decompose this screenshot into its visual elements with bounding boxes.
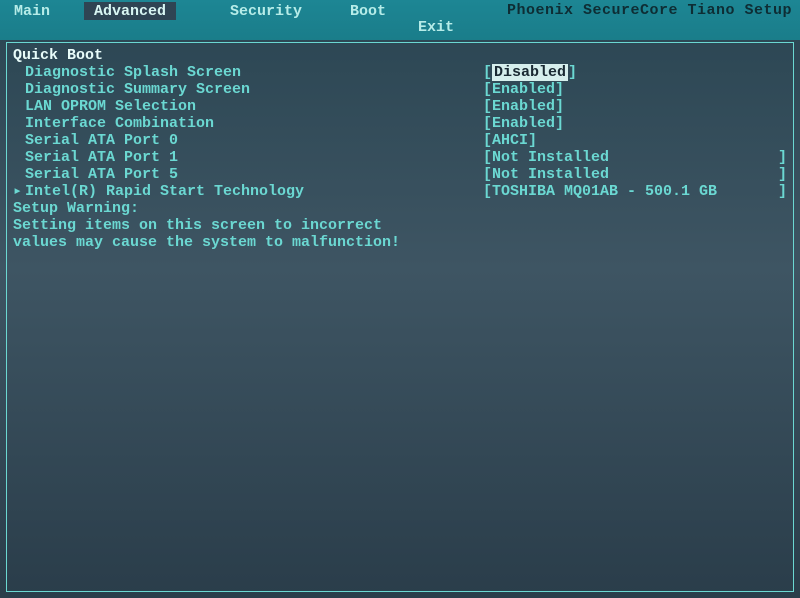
setting-row[interactable]: Serial ATA Port 1 [Not Installed] [13,149,787,166]
menu-bar: Main Advanced Security Boot Exit Phoenix… [0,0,800,40]
setting-value: Not Installed [492,149,609,166]
tab-boot[interactable]: Boot [340,2,396,20]
setting-value[interactable]: Enabled [492,81,555,98]
setting-label: Serial ATA Port 5 [25,166,178,183]
setting-value[interactable]: AHCI [492,132,528,149]
tab-security[interactable]: Security [220,2,312,20]
tab-main[interactable]: Main [4,2,60,20]
setting-value[interactable]: Enabled [492,115,555,132]
submenu-pointer-icon: ▸ [13,183,23,200]
setting-value[interactable]: Enabled [492,98,555,115]
bios-screen: Main Advanced Security Boot Exit Phoenix… [0,0,800,598]
tab-exit[interactable]: Exit [408,18,464,36]
setting-value: Not Installed [492,166,609,183]
setting-label: Diagnostic Splash Screen [25,64,241,81]
setting-label: Intel(R) Rapid Start Technology [25,183,304,200]
section-header: Quick Boot [13,47,103,64]
setting-label: Interface Combination [25,115,214,132]
setting-row[interactable]: Diagnostic Splash Screen [Disabled] [13,64,787,81]
setting-value[interactable]: Disabled [492,64,568,81]
settings-panel: Quick Boot Diagnostic Splash Screen [Dis… [6,42,794,592]
setting-label: Serial ATA Port 0 [25,132,178,149]
setting-row[interactable]: Diagnostic Summary Screen [Enabled] [13,81,787,98]
warning-text: Setting items on this screen to incorrec… [13,217,443,251]
setting-row[interactable]: Serial ATA Port 5 [Not Installed] [13,166,787,183]
setting-label: LAN OPROM Selection [25,98,196,115]
bios-title: Phoenix SecureCore Tiano Setup [507,2,792,19]
setting-value: TOSHIBA MQ01AB - 500.1 GB [492,183,717,200]
setting-label: Diagnostic Summary Screen [25,81,250,98]
warning-label: Setup Warning: [13,200,139,217]
tab-advanced[interactable]: Advanced [84,2,176,20]
setting-row[interactable]: LAN OPROM Selection [Enabled] [13,98,787,115]
setting-label: Serial ATA Port 1 [25,149,178,166]
setting-row[interactable]: ▸Intel(R) Rapid Start Technology [TOSHIB… [13,183,787,200]
setting-row[interactable]: Interface Combination [Enabled] [13,115,787,132]
setting-row[interactable]: Serial ATA Port 0 [AHCI] [13,132,787,149]
